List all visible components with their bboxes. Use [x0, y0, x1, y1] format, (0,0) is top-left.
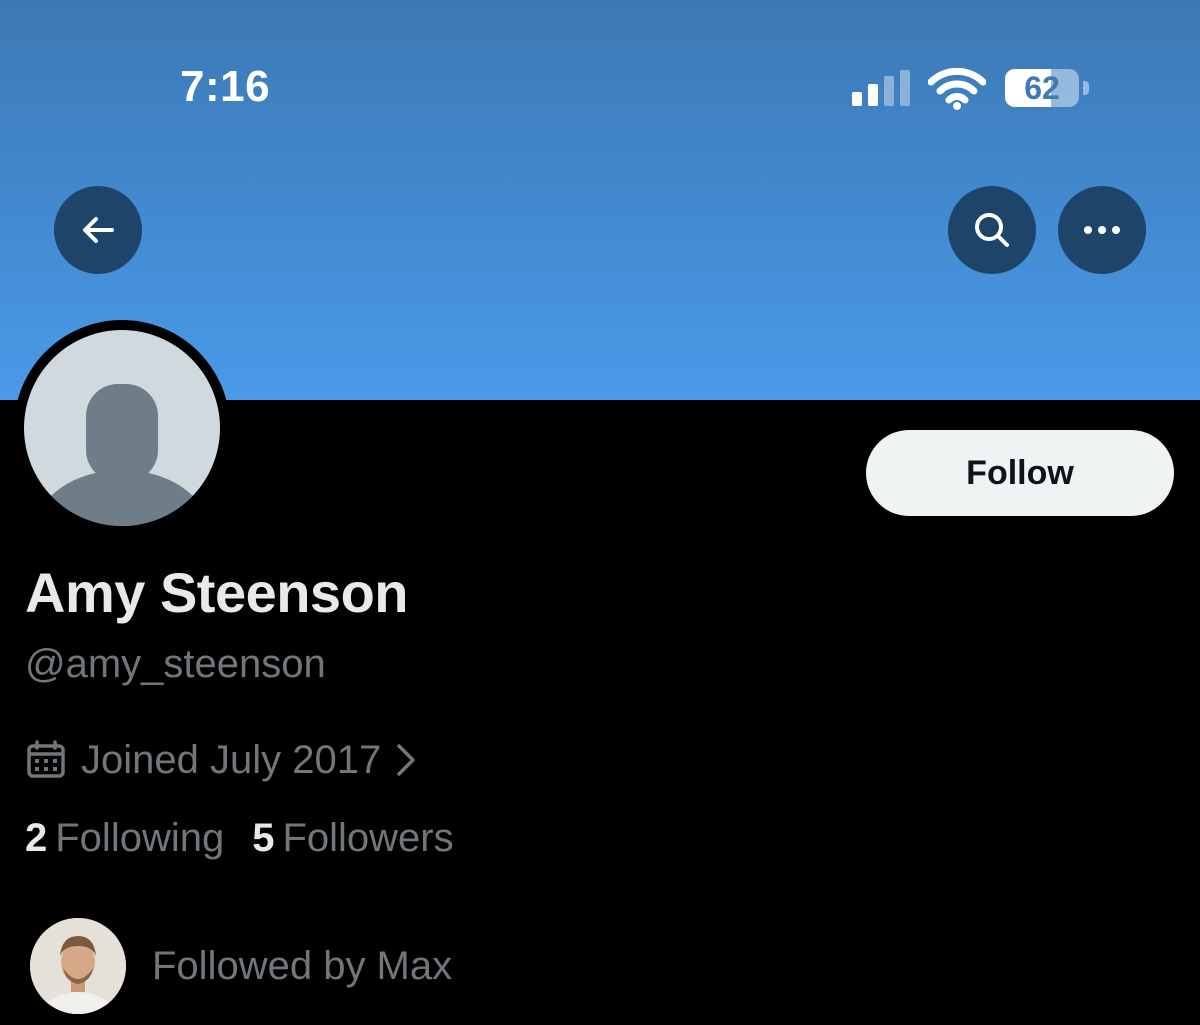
calendar-icon: [25, 740, 67, 780]
following-stat[interactable]: 2 Following: [25, 816, 224, 861]
followers-count: 5: [252, 816, 275, 860]
followers-stat[interactable]: 5 Followers: [252, 816, 453, 861]
joined-date-text: Joined July 2017: [81, 737, 382, 782]
following-count: 2: [25, 816, 48, 860]
default-avatar-icon: [24, 330, 220, 526]
mutual-follower-avatar: [30, 918, 126, 1014]
following-label: Following: [55, 816, 225, 860]
battery-level: 62: [1024, 70, 1060, 106]
back-button[interactable]: [54, 186, 142, 274]
more-horizontal-icon: [1082, 224, 1122, 236]
display-name: Amy Steenson: [25, 561, 409, 624]
follow-button[interactable]: Follow: [866, 430, 1174, 516]
search-button[interactable]: [948, 186, 1036, 274]
arrow-left-icon: [78, 210, 118, 250]
status-time: 7:16: [180, 62, 271, 111]
followed-by-text: Followed by Max: [152, 943, 453, 988]
joined-date-row[interactable]: Joined July 2017: [25, 734, 417, 786]
chevron-right-icon: [395, 742, 417, 778]
more-options-button[interactable]: [1058, 186, 1146, 274]
battery-icon: 62: [1005, 69, 1091, 107]
followed-by-row[interactable]: Followed by Max: [30, 918, 452, 1014]
wifi-icon: [927, 67, 987, 110]
search-icon: [971, 209, 1013, 251]
cellular-signal-icon: [852, 70, 912, 106]
follow-stats: 2 Following 5 Followers: [25, 816, 454, 861]
followers-label: Followers: [282, 816, 454, 860]
profile-page: 7:16 62 Follow Amy Steenson @amy_steenso…: [0, 0, 1200, 1025]
user-handle: @amy_steenson: [25, 642, 326, 686]
profile-avatar[interactable]: [14, 320, 230, 536]
